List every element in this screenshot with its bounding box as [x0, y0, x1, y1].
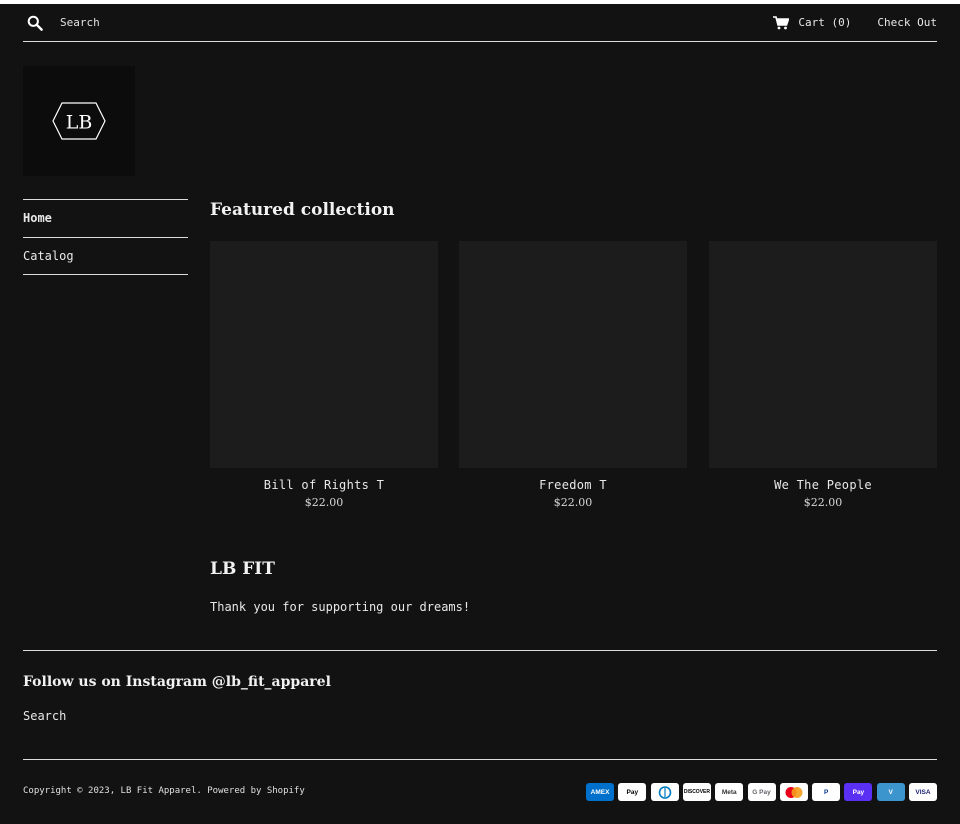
cart-link[interactable]: Cart (0): [773, 15, 851, 30]
footer-search-link[interactable]: Search: [23, 709, 66, 723]
payment-label: P: [823, 788, 829, 796]
cart-icon[interactable]: [773, 15, 791, 30]
meta-pay-icon: Meta: [715, 783, 744, 801]
about-title: LB FIT: [210, 559, 275, 579]
paypal-icon: P: [812, 783, 841, 801]
instagram-heading: Follow us on Instagram @lb_fit_apparel: [23, 674, 331, 690]
sidebar-item-home[interactable]: Home: [23, 199, 188, 237]
payment-icons: AMEX Pay DISCOVER Meta G Pay P Pay V VISA: [582, 783, 937, 801]
shop-pay-icon: Pay: [844, 783, 873, 801]
lb-logo-mark: LB: [52, 102, 106, 140]
payment-label: Meta: [721, 788, 737, 796]
product-title[interactable]: We The People: [709, 478, 937, 492]
about-text: Thank you for supporting our dreams!: [210, 600, 471, 614]
product-image[interactable]: [709, 241, 937, 468]
product-title[interactable]: Bill of Rights T: [210, 478, 438, 492]
sidebar-nav: Home Catalog: [23, 199, 188, 275]
payment-label: Pay: [626, 788, 639, 796]
payment-label: VISA: [915, 788, 931, 796]
amex-icon: AMEX: [586, 783, 615, 801]
product-card[interactable]: We The People $22.00: [709, 241, 937, 509]
payment-label: AMEX: [590, 788, 610, 796]
mastercard-icon: [779, 783, 808, 801]
site-header: Search Cart (0) Check Out: [23, 4, 937, 42]
store-logo[interactable]: LB: [23, 66, 135, 176]
product-price: $22.00: [304, 496, 344, 509]
checkout-link[interactable]: Check Out: [877, 16, 937, 29]
google-pay-icon: G Pay: [747, 783, 776, 801]
featured-collection-title: Featured collection: [210, 200, 395, 220]
product-title[interactable]: Freedom T: [459, 478, 687, 492]
product-card[interactable]: Bill of Rights T $22.00: [210, 241, 438, 509]
product-image[interactable]: [459, 241, 687, 468]
product-card[interactable]: Freedom T $22.00: [459, 241, 687, 509]
product-image[interactable]: [210, 241, 438, 468]
payment-label: DISCOVER: [683, 789, 710, 795]
visa-icon: VISA: [909, 783, 937, 801]
product-price: $22.00: [553, 496, 593, 509]
footer-divider-top: [23, 650, 937, 651]
payment-label: G Pay: [752, 788, 771, 796]
header-actions: Cart (0) Check Out: [773, 15, 937, 30]
diners-club-icon: [650, 783, 679, 801]
payment-label: V: [888, 788, 893, 796]
header-search[interactable]: Search: [27, 15, 100, 31]
sidebar-item-catalog[interactable]: Catalog: [23, 237, 188, 275]
discover-icon: DISCOVER: [682, 783, 711, 801]
copyright-text: Copyright © 2023, LB Fit Apparel. Powere…: [23, 786, 305, 796]
payment-label: Pay: [852, 788, 865, 796]
search-icon[interactable]: [27, 15, 43, 31]
footer-divider-bottom: [23, 759, 937, 760]
apple-pay-icon: Pay: [618, 783, 647, 801]
search-input[interactable]: Search: [60, 16, 100, 29]
venmo-icon: V: [876, 783, 905, 801]
logo-text: LB: [66, 112, 93, 134]
cart-label[interactable]: Cart (0): [798, 16, 851, 29]
product-price: $22.00: [803, 496, 843, 509]
